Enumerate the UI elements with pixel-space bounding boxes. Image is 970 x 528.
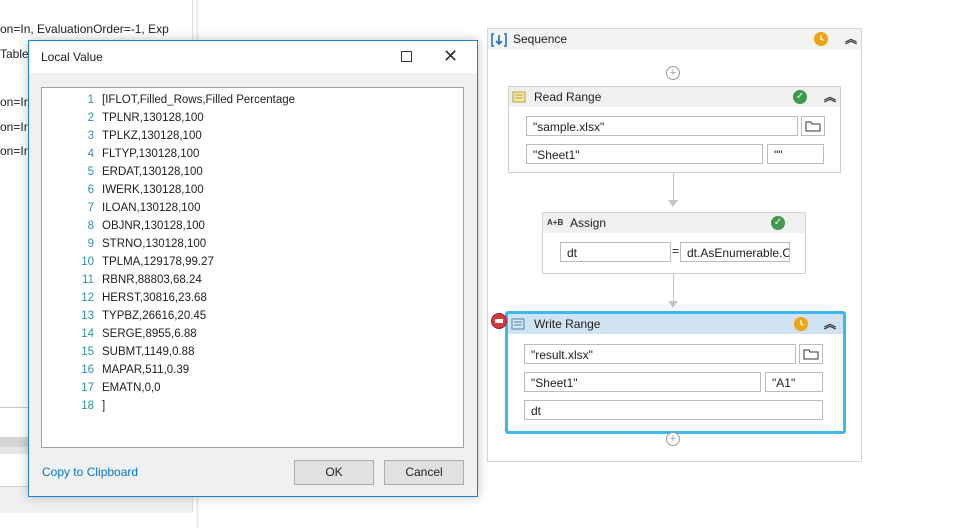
value-text-editor[interactable]: 1 [IFLOT,Filled_Rows,Filled Percentage 2 TP… [41, 87, 464, 448]
code-line: [IFLOT,Filled_Rows,Filled Percentage [102, 94, 296, 106]
code-line: FLTYP,130128,100 [102, 148, 200, 160]
write-range-title: Write Range [534, 317, 601, 331]
property-line: on=In [0, 95, 31, 109]
line-number: 1 [87, 94, 94, 106]
copy-to-clipboard-link[interactable]: Copy to Clipboard [42, 465, 138, 479]
line-number: 7 [87, 202, 94, 214]
folder-icon [803, 349, 819, 360]
code-line: STRNO,130128,100 [102, 238, 207, 250]
line-number: 11 [82, 274, 94, 286]
code-line: EMATN,0,0 [102, 382, 161, 394]
sequence-header: Sequence ︽ [488, 29, 861, 50]
collapse-chevron-icon[interactable]: ︽ [824, 318, 836, 330]
dialog-title-bar: Local Value ✕ [29, 41, 477, 73]
line-number: 18 [81, 400, 94, 412]
line-number: 13 [81, 310, 94, 322]
add-activity-icon[interactable]: + [666, 66, 680, 80]
property-line: on=In [0, 120, 31, 134]
code-line: TPLNR,130128,100 [102, 112, 204, 124]
code-line: IWERK,130128,100 [102, 184, 204, 196]
sequence-icon [491, 33, 507, 47]
line-number: 2 [87, 112, 94, 124]
assign-activity[interactable]: A+B Assign ✓ dt = dt.AsEnumerable.C [542, 212, 806, 274]
code-line: OBJNR,130128,100 [102, 220, 205, 232]
property-line: on=In [0, 144, 31, 158]
code-line: ERDAT,130128,100 [102, 166, 203, 178]
line-number: 15 [81, 346, 94, 358]
workbook-path-input[interactable]: "result.xlsx" [524, 344, 796, 364]
valid-check-icon: ✓ [771, 216, 785, 230]
add-activity-icon[interactable]: + [666, 432, 680, 446]
sequence-title: Sequence [513, 32, 568, 46]
line-number: 16 [81, 364, 94, 376]
sequence-container[interactable]: Sequence ︽ + Read Range ✓ ︽ "sample.xlsx… [487, 28, 862, 462]
line-number: 6 [87, 184, 94, 196]
assign-icon: A+B [547, 218, 564, 227]
connector-line [673, 172, 674, 200]
local-value-dialog: Local Value ✕ 1 [IFLOT,Filled_Rows,Filled… [28, 40, 478, 497]
connector-arrow-icon [668, 200, 678, 207]
dialog-title: Local Value [41, 50, 103, 64]
write-range-header: Write Range ︽ [508, 314, 843, 334]
browse-folder-button[interactable] [799, 344, 823, 364]
warning-clock-icon [794, 317, 808, 331]
read-range-activity[interactable]: Read Range ✓ ︽ "sample.xlsx" "Sheet1" "" [508, 86, 841, 173]
line-number: 10 [81, 256, 94, 268]
connector-arrow-icon [668, 301, 678, 308]
code-line: HERST,30816,23.68 [102, 292, 207, 304]
workbook-path-input[interactable]: "sample.xlsx" [526, 116, 798, 136]
datatable-input[interactable]: dt [524, 400, 823, 420]
assign-value-input[interactable]: dt.AsEnumerable.C [680, 242, 790, 262]
breakpoint-icon[interactable] [491, 313, 507, 329]
range-input[interactable]: "" [767, 144, 824, 164]
assign-to-input[interactable]: dt [560, 242, 671, 262]
assign-title: Assign [570, 216, 607, 230]
valid-check-icon: ✓ [793, 90, 807, 104]
line-number: 3 [87, 130, 94, 142]
collapse-chevron-icon[interactable]: ︽ [845, 33, 857, 45]
line-number: 8 [87, 220, 94, 232]
connector-line [673, 273, 674, 301]
sheet-name-input[interactable]: "Sheet1" [524, 372, 761, 392]
line-number: 17 [81, 382, 94, 394]
write-range-activity[interactable]: Write Range ︽ "result.xlsx" "Sheet1" "A1… [505, 311, 846, 434]
folder-icon [805, 121, 821, 132]
browse-folder-button[interactable] [801, 116, 825, 136]
code-line: ILOAN,130128,100 [102, 202, 201, 214]
excel-read-icon [512, 91, 526, 103]
starting-cell-input[interactable]: "A1" [765, 372, 823, 392]
warning-clock-icon [814, 32, 828, 46]
code-line: ] [102, 400, 106, 412]
ok-button[interactable]: OK [294, 460, 374, 485]
code-line: SUBMT,1149,0.88 [102, 346, 195, 358]
code-line: TYPBZ,26616,20.45 [102, 310, 207, 322]
read-range-title: Read Range [534, 90, 602, 104]
line-number: 4 [87, 148, 94, 160]
collapse-chevron-icon[interactable]: ︽ [824, 91, 836, 103]
property-line: on=In, EvaluationOrder=-1, Exp [0, 22, 169, 36]
sheet-name-input[interactable]: "Sheet1" [526, 144, 763, 164]
read-range-header: Read Range ✓ ︽ [509, 87, 840, 107]
cancel-button[interactable]: Cancel [384, 460, 464, 485]
line-number: 12 [81, 292, 94, 304]
code-line: MAPAR,511,0.39 [102, 364, 190, 376]
code-line: TPLKZ,130128,100 [102, 130, 202, 142]
code-line: SERGE,8955,6.88 [102, 328, 197, 340]
close-icon[interactable]: ✕ [443, 45, 458, 67]
maximize-icon[interactable] [401, 51, 412, 62]
excel-write-icon [511, 318, 525, 330]
assign-equals: = [672, 244, 680, 258]
line-number: 9 [87, 238, 94, 250]
line-number: 14 [81, 328, 94, 340]
code-line: RBNR,88803,68.24 [102, 274, 202, 286]
line-number: 5 [87, 166, 94, 178]
code-line: TPLMA,129178,99.27 [102, 256, 214, 268]
assign-header: A+B Assign ✓ [543, 213, 805, 233]
